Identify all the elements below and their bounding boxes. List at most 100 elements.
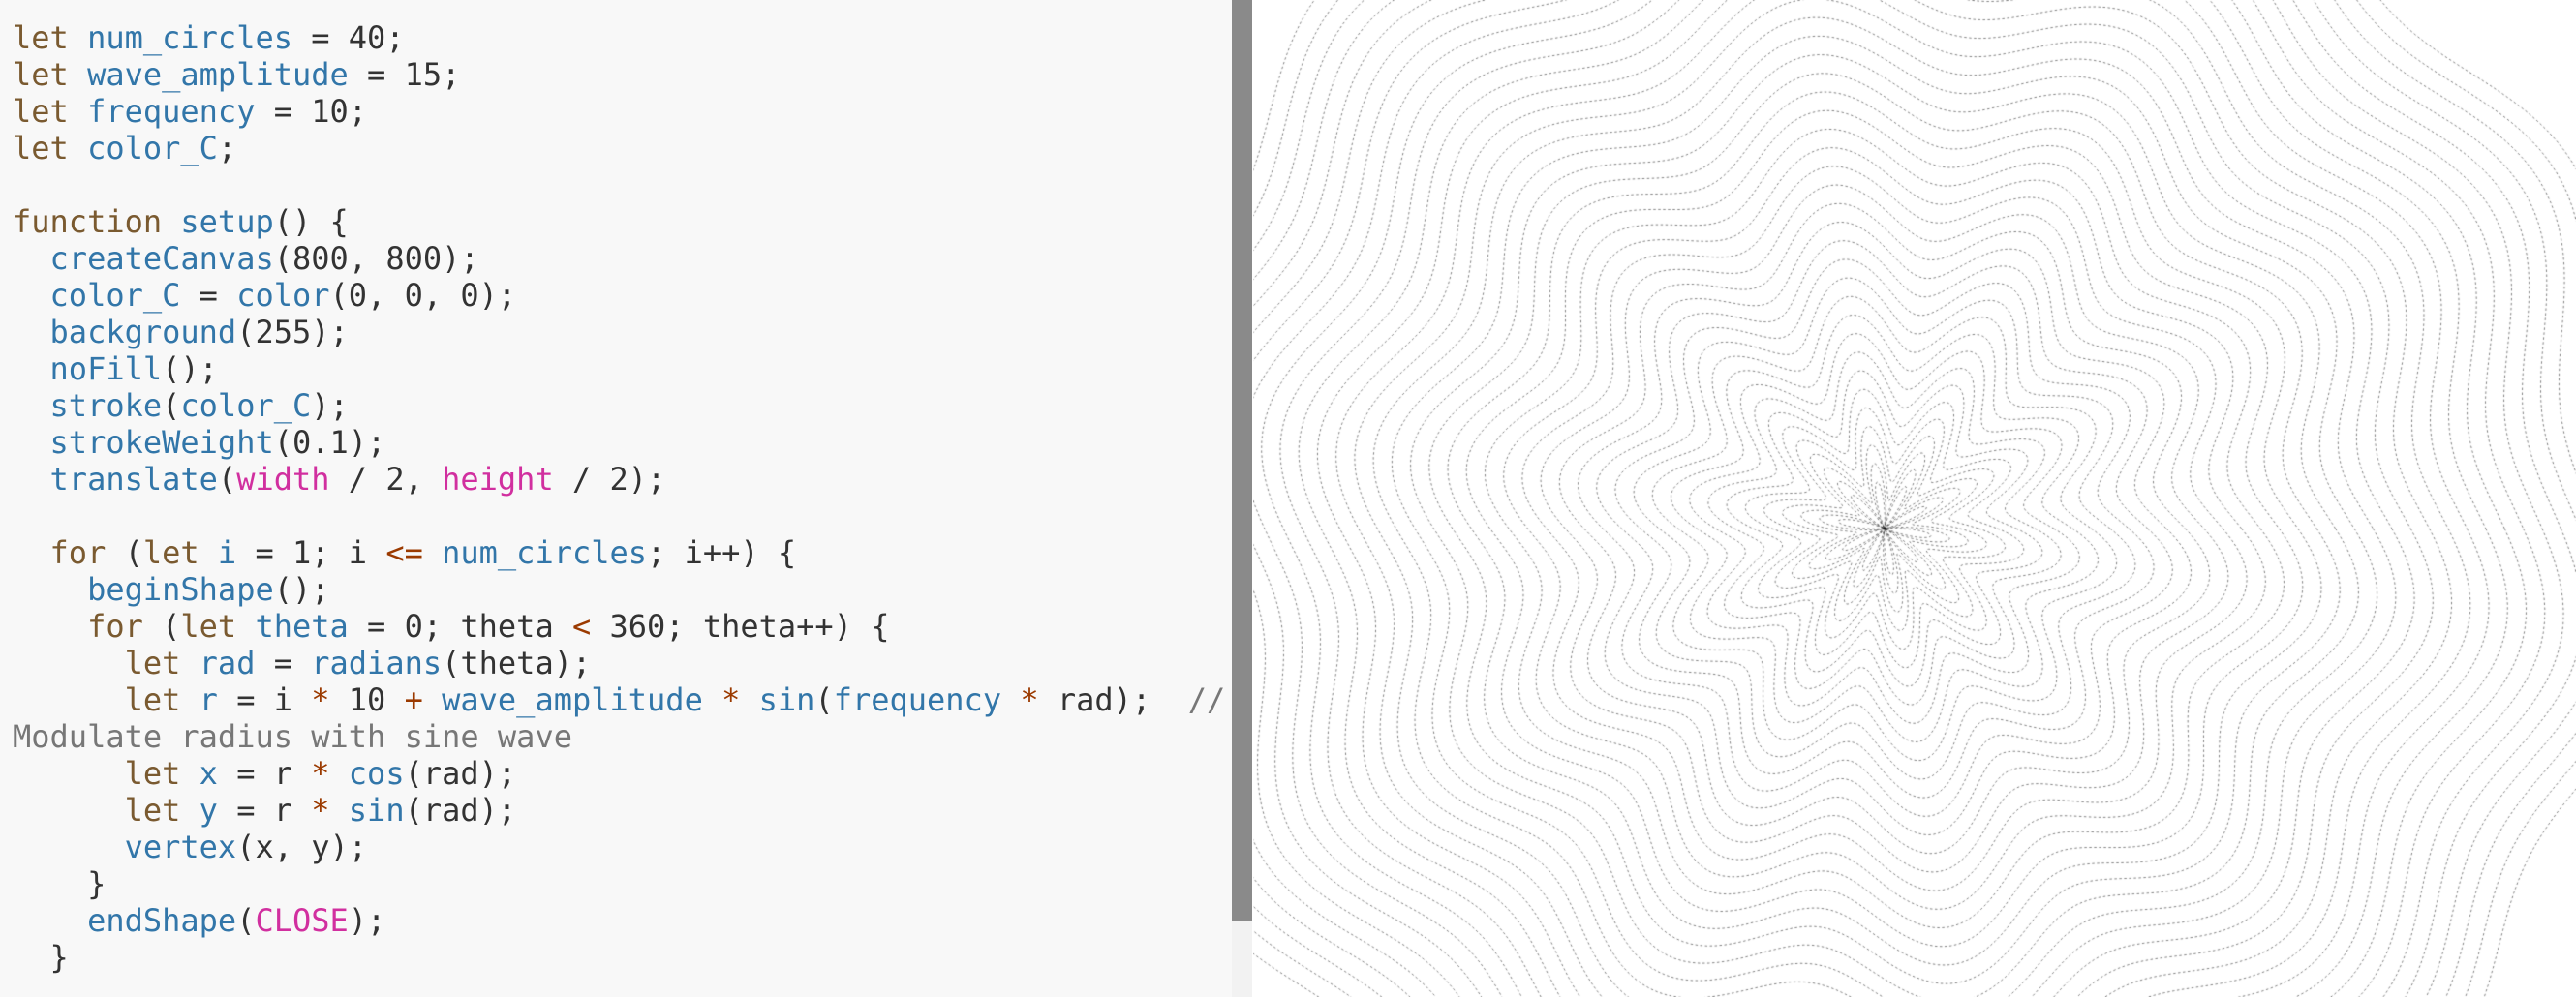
code-line[interactable] <box>13 166 1225 203</box>
code-token: background <box>49 314 237 350</box>
code-token: = 10; <box>255 93 368 130</box>
code-line[interactable]: let x = r * cos(rad); <box>13 755 1225 792</box>
code-token: radians <box>311 645 443 681</box>
code-token: wave_amplitude <box>442 681 703 718</box>
code-token: = r <box>217 792 312 829</box>
code-token: theta <box>255 608 349 645</box>
code-token: strokeWeight <box>49 424 274 461</box>
code-line[interactable]: strokeWeight(0.1); <box>13 424 1225 461</box>
sketch-canvas <box>1253 0 2576 997</box>
code-line[interactable]: translate(width / 2, height / 2); <box>13 461 1225 498</box>
code-token: color_C <box>87 130 218 166</box>
code-token: Modulate radius with sine wave <box>13 718 572 755</box>
code-token: for <box>49 534 107 571</box>
code-token: num_circles <box>442 534 648 571</box>
code-token: x <box>199 755 218 792</box>
code-token: ( <box>814 681 834 718</box>
code-line[interactable]: } <box>13 939 1225 976</box>
code-token: color_C <box>180 387 312 424</box>
code-line[interactable]: color_C = color(0, 0, 0); <box>13 277 1225 314</box>
code-line[interactable]: Modulate radius with sine wave <box>13 718 1225 755</box>
code-line[interactable]: function setup() { <box>13 203 1225 240</box>
code-token: (rad); <box>404 755 517 792</box>
code-token: let <box>124 681 199 718</box>
code-line[interactable]: let wave_amplitude = 15; <box>13 56 1225 93</box>
code-token: < <box>571 608 592 645</box>
code-line[interactable] <box>13 498 1225 534</box>
code-line[interactable]: } <box>13 865 1225 902</box>
code-token: (255); <box>236 314 349 350</box>
code-token: for <box>87 608 143 645</box>
code-token: // <box>1187 681 1226 718</box>
code-token: frequency <box>833 681 1002 718</box>
code-token: <= <box>385 534 423 571</box>
code-token: (rad); <box>404 792 517 829</box>
code-token: sin <box>758 681 815 718</box>
code-token: ; <box>217 130 237 166</box>
code-line[interactable]: beginShape(); <box>13 571 1225 608</box>
code-token: let <box>180 608 256 645</box>
code-token: height <box>442 461 554 498</box>
code-line[interactable]: vertex(x, y); <box>13 829 1225 865</box>
code-line[interactable]: createCanvas(800, 800); <box>13 240 1225 277</box>
code-token: ( <box>236 902 256 939</box>
sketch-preview <box>1253 0 2576 997</box>
code-line[interactable]: let y = r * sin(rad); <box>13 792 1225 829</box>
code-token: r <box>199 681 218 718</box>
code-token: vertex <box>124 829 237 865</box>
code-line[interactable]: let color_C; <box>13 130 1225 166</box>
code-token: 360; theta++) { <box>591 608 890 645</box>
code-token: ); <box>311 387 349 424</box>
code-token: CLOSE <box>255 902 349 939</box>
code-token: noFill <box>49 350 163 387</box>
code-token: let <box>13 130 88 166</box>
code-token: y <box>199 792 218 829</box>
code-token: ( <box>217 461 237 498</box>
code-token: * <box>721 681 741 718</box>
code-token: (0, 0, 0); <box>329 277 517 314</box>
code-token: let <box>124 645 199 681</box>
code-line[interactable]: let num_circles = 40; <box>13 19 1225 56</box>
code-token: cos <box>348 755 405 792</box>
editor-scrollbar-track[interactable] <box>1232 921 1252 997</box>
code-token: = r <box>217 755 312 792</box>
editor-scrollbar-thumb[interactable] <box>1232 0 1252 921</box>
code-token: = 1; i <box>236 534 386 571</box>
code-line[interactable]: for (let theta = 0; theta < 360; theta++… <box>13 608 1225 645</box>
code-token: stroke <box>49 387 163 424</box>
code-token: let <box>124 792 199 829</box>
code-line[interactable]: background(255); <box>13 314 1225 350</box>
code-token: (); <box>162 350 218 387</box>
code-token: ( <box>106 534 143 571</box>
code-token: (0.1); <box>273 424 386 461</box>
code-line[interactable]: let rad = radians(theta); <box>13 645 1225 681</box>
code-token: / 2); <box>553 461 666 498</box>
code-token: (); <box>273 571 330 608</box>
code-token: * <box>311 755 330 792</box>
code-token: rad); <box>1038 681 1188 718</box>
code-token: setup <box>180 203 274 240</box>
code-line[interactable]: endShape(CLOSE); <box>13 902 1225 939</box>
code-editor[interactable]: let num_circles = 40; let wave_amplitude … <box>0 0 1233 997</box>
code-token: function <box>13 203 181 240</box>
code-line[interactable]: stroke(color_C); <box>13 387 1225 424</box>
code-token: beginShape <box>87 571 274 608</box>
code-line[interactable]: let r = i * 10 + wave_amplitude * sin(fr… <box>13 681 1226 718</box>
code-content[interactable]: let num_circles = 40; let wave_amplitude … <box>13 19 1225 976</box>
code-token: / 2, <box>329 461 443 498</box>
code-line[interactable]: for (let i = 1; i <= num_circles; i++) { <box>13 534 1225 571</box>
code-token: sin <box>348 792 405 829</box>
code-line[interactable]: let frequency = 10; <box>13 93 1225 130</box>
code-token: translate <box>49 461 218 498</box>
code-line[interactable]: noFill(); <box>13 350 1225 387</box>
code-token: frequency <box>87 93 256 130</box>
code-token: createCanvas <box>49 240 274 277</box>
